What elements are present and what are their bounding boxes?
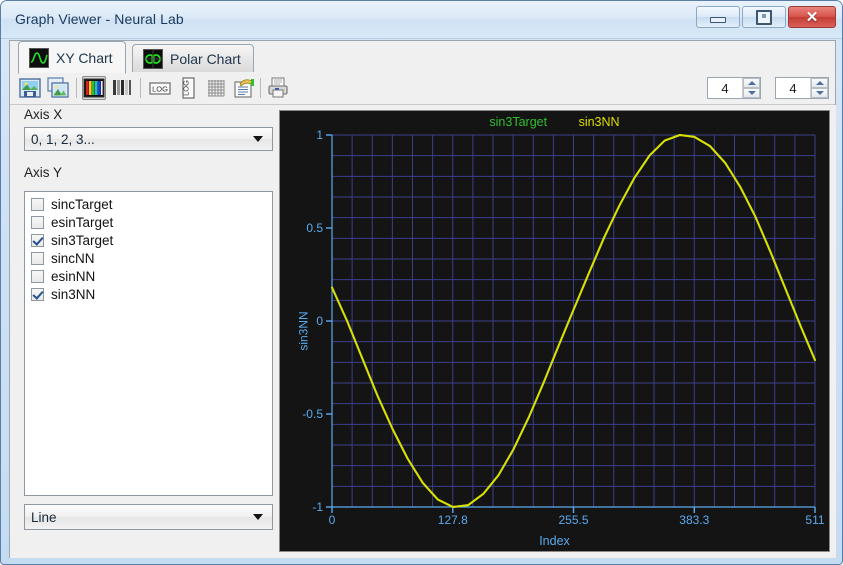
series-label: sin3NN (51, 286, 96, 302)
series-checkbox[interactable] (31, 197, 44, 211)
tab-xy-chart-label: XY Chart (56, 49, 113, 66)
close-icon: ✕ (805, 8, 819, 26)
series-label: sin3Target (51, 232, 114, 248)
list-item[interactable]: sincNN (28, 249, 272, 267)
series-checkbox[interactable] (31, 251, 44, 265)
axis-x-select-value: 0, 1, 2, 3... (31, 131, 95, 147)
tab-strip: XY Chart Polar Chart (10, 41, 835, 74)
spinner-left-value: 4 (721, 80, 729, 96)
y-tick-label: 1 (316, 128, 323, 142)
minimize-button[interactable] (696, 6, 740, 28)
log-y-icon[interactable]: LOG (176, 76, 200, 100)
series-label: esinNN (51, 268, 96, 284)
list-item[interactable]: sincTarget (28, 195, 272, 213)
toolbar-separator (76, 78, 77, 98)
axis-x-label: Axis X (24, 107, 63, 122)
series-label: sincNN (51, 250, 95, 266)
spinner-right-up[interactable] (811, 78, 828, 88)
restore-icon (756, 9, 772, 25)
series-label: sincTarget (51, 196, 113, 212)
spinner-left[interactable]: 4 (707, 77, 761, 99)
series-label: esinTarget (51, 214, 114, 230)
series-checkbox[interactable] (31, 215, 44, 229)
window-title: Graph Viewer - Neural Lab (15, 11, 184, 27)
y-tick-label: -1 (312, 500, 323, 514)
list-item[interactable]: sin3Target (28, 231, 272, 249)
chevron-down-icon (253, 514, 263, 520)
list-item[interactable]: esinTarget (28, 213, 272, 231)
series-sidebar: Axis X 0, 1, 2, 3... Axis Y sincTarget e… (10, 105, 273, 558)
xy-chart[interactable]: sin3Target sin3NN sin3NN Index 1 0.5 0 -0.5… (279, 110, 830, 552)
x-tick-label: 0 (328, 513, 336, 527)
toolbar-separator-2 (140, 78, 141, 98)
graph-viewer-window: Graph Viewer - Neural Lab ✕ XY Chart Pol… (0, 0, 843, 565)
axis-x-select[interactable]: 0, 1, 2, 3... (24, 127, 273, 151)
toolbar-separator-3 (260, 78, 261, 98)
y-tick-label: 0 (316, 314, 323, 328)
chevron-down-icon (253, 136, 263, 142)
window-controls: ✕ (696, 6, 836, 28)
tab-polar-chart[interactable]: Polar Chart (132, 44, 254, 73)
spinner-right-buttons (810, 78, 828, 98)
spinner-left-buttons (742, 78, 760, 98)
spinner-right[interactable]: 4 (775, 77, 829, 99)
sine-wave-icon (29, 47, 49, 68)
chart-panel: sin3Target sin3NN sin3NN Index 1 0.5 0 -0.5… (273, 105, 836, 558)
close-button[interactable]: ✕ (788, 6, 836, 28)
svg-text:LOG: LOG (182, 80, 191, 96)
chevron-down-icon (815, 91, 824, 95)
toolbar: LOG LOG 4 4 (10, 72, 835, 105)
spinner-right-down[interactable] (811, 88, 828, 98)
spinner-right-value: 4 (789, 80, 797, 96)
plot-style-select[interactable]: Line (24, 504, 273, 530)
tab-polar-chart-label: Polar Chart (170, 50, 241, 67)
x-tick-label: 383.3 (679, 513, 710, 527)
grid-icon[interactable] (204, 76, 228, 100)
chevron-up-icon (747, 81, 756, 85)
color-bars-icon[interactable] (82, 76, 106, 100)
series-checkbox[interactable] (31, 269, 44, 283)
gray-bars-icon[interactable] (110, 76, 134, 100)
list-item[interactable]: esinNN (28, 267, 272, 285)
axis-y-label: Axis Y (24, 165, 63, 180)
maximize-button[interactable] (742, 6, 786, 28)
title-bar: Graph Viewer - Neural Lab ✕ (1, 1, 842, 39)
chevron-up-icon (815, 81, 824, 85)
chart-plot-area (326, 134, 816, 513)
legend-icon[interactable] (232, 76, 256, 100)
copy-image-icon[interactable] (46, 76, 70, 100)
tab-xy-chart[interactable]: XY Chart (18, 41, 126, 74)
y-tick-label: 0.5 (306, 221, 323, 235)
y-tick-label: -0.5 (302, 407, 323, 421)
print-icon[interactable] (266, 76, 290, 100)
polar-rings-icon (143, 48, 163, 69)
save-image-icon[interactable] (18, 76, 42, 100)
x-tick-label: 255.5 (558, 513, 589, 527)
spinner-left-up[interactable] (743, 78, 760, 88)
plot-style-value: Line (31, 509, 57, 525)
x-tick-label: 511 (805, 513, 825, 527)
chevron-down-icon (747, 91, 756, 95)
svg-text:LOG: LOG (152, 84, 168, 93)
minimize-icon (710, 17, 726, 23)
list-item[interactable]: sin3NN (28, 285, 272, 303)
series-list[interactable]: sincTarget esinTarget sin3Target sincNN … (24, 191, 273, 496)
series-checkbox[interactable] (31, 233, 44, 247)
log-x-icon[interactable]: LOG (148, 76, 172, 100)
spinner-left-down[interactable] (743, 88, 760, 98)
series-checkbox[interactable] (31, 287, 44, 301)
x-tick-label: 127.8 (437, 513, 468, 527)
client-area: XY Chart Polar Chart LOG LOG 4 4 Axis X … (9, 40, 836, 558)
